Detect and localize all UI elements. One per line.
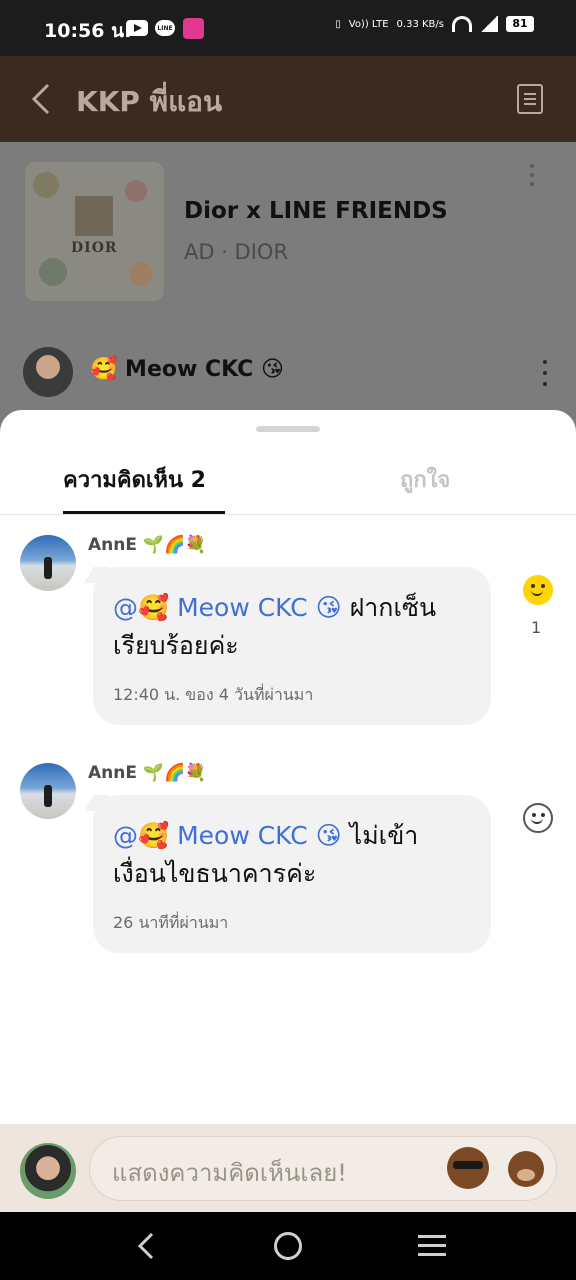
ad-subtitle: AD · DIOR [184,240,289,264]
battery-icon: 81 [506,16,534,32]
status-bar: 10:56 น. LINE ▯ Vo)) LTE 0.33 KB/s 81 [0,0,576,56]
back-arrow-icon[interactable] [30,83,52,115]
signal-icon [480,16,498,32]
nav-home-icon[interactable] [274,1232,302,1260]
sticker-brown-icon[interactable] [447,1147,489,1189]
avatar [20,1143,76,1199]
smiley-react-icon[interactable] [523,575,553,605]
post-author[interactable]: 🥰 Meow CKC 😘 [90,357,284,382]
youtube-notification-icon [126,20,148,36]
avatar[interactable] [20,763,76,819]
app-header: KKP พี่แอน [0,56,576,142]
tab-likes[interactable]: ถูกใจ [400,462,450,497]
input-placeholder: แสดงความคิดเห็นเลย! [112,1159,347,1187]
comment-input-bar: แสดงความคิดเห็นเลย! [0,1124,576,1212]
comment-bubble[interactable]: @🥰 Meow CKC 😘 ฝากเซ็นเรียบร้อยค่ะ 12:40 … [93,567,491,725]
more-vert-icon[interactable] [541,360,549,386]
comment-author[interactable]: AnnE 🌱🌈💐 [88,763,206,783]
comment-input[interactable]: แสดงความคิดเห็นเลย! [89,1136,557,1201]
avatar[interactable] [23,347,73,397]
vibrate-icon: ▯ [335,18,341,30]
mention-link[interactable]: @🥰 Meow CKC 😘 [113,821,342,850]
app-notification-icon [183,18,204,39]
mention-link[interactable]: @🥰 Meow CKC 😘 [113,593,342,622]
comment-text: @🥰 Meow CKC 😘 ไม่เข้าเงื่อนไขธนาคารค่ะ [113,817,473,893]
comments-sheet: ความคิดเห็น 2 ถูกใจ AnnE 🌱🌈💐 @🥰 Meow CKC… [0,410,576,1212]
status-right: ▯ Vo)) LTE 0.33 KB/s 81 [335,16,534,32]
nav-back-icon[interactable] [134,1230,156,1262]
ad-thumbnail[interactable]: DIOR [25,162,164,301]
comment-author[interactable]: AnnE 🌱🌈💐 [88,535,206,555]
comment-bubble[interactable]: @🥰 Meow CKC 😘 ไม่เข้าเงื่อนไขธนาคารค่ะ 2… [93,795,491,953]
sheet-drag-handle[interactable] [256,426,320,432]
smiley-react-icon[interactable] [523,803,553,833]
ad-title[interactable]: Dior x LINE FRIENDS [184,198,448,224]
reaction-count: 1 [531,618,542,637]
tab-comments[interactable]: ความคิดเห็น 2 [63,462,206,497]
comment-timestamp: 26 นาทีที่ผ่านมา [113,913,229,932]
avatar[interactable] [20,535,76,591]
divider [0,514,576,515]
net-speed: 0.33 KB/s [396,18,444,30]
nav-recent-icon[interactable] [418,1235,446,1257]
background-post: DIOR Dior x LINE FRIENDS AD · DIOR 🥰 Meo… [0,142,576,442]
ad-thumb-brand: DIOR [71,240,118,256]
system-nav-bar [0,1212,576,1280]
menu-doc-icon[interactable] [517,84,543,114]
more-vert-icon[interactable] [528,164,536,186]
page-title: KKP พี่แอน [76,85,223,118]
volte-indicator: Vo)) LTE [348,18,389,30]
comment-text: @🥰 Meow CKC 😘 ฝากเซ็นเรียบร้อยค่ะ [113,589,473,665]
status-time: 10:56 น. [44,20,132,42]
comment-timestamp: 12:40 น. ของ 4 วันที่ผ่านมา [113,685,314,704]
wifi-icon [452,16,472,32]
line-notification-icon: LINE [155,20,175,36]
sticker-brown-icon[interactable] [508,1151,544,1187]
